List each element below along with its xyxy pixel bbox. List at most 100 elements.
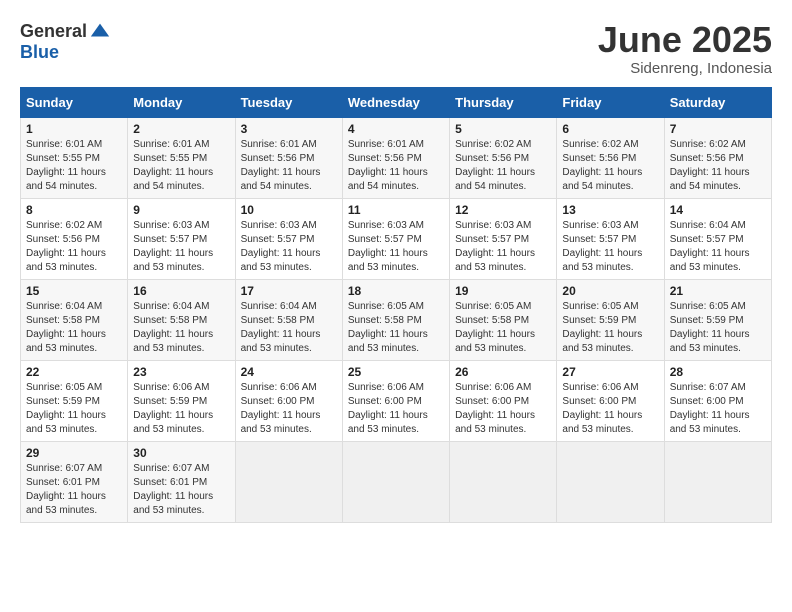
calendar-cell: 30Sunrise: 6:07 AMSunset: 6:01 PMDayligh… [128, 441, 235, 522]
day-info: Sunrise: 6:04 AMSunset: 5:58 PMDaylight:… [241, 300, 337, 356]
day-info: Sunrise: 6:03 AMSunset: 5:57 PMDaylight:… [133, 219, 229, 275]
day-number: 20 [562, 284, 658, 298]
calendar-cell: 21Sunrise: 6:05 AMSunset: 5:59 PMDayligh… [664, 279, 771, 360]
calendar-cell: 26 Sunrise: 6:06 AMSunset: 6:00 PMDayligh… [450, 360, 557, 441]
day-number: 3 [241, 122, 337, 136]
calendar-cell: 24 Sunrise: 6:06 AMSunset: 6:00 PMDayligh… [235, 360, 342, 441]
day-number: 16 [133, 284, 229, 298]
calendar-cell: 27 Sunrise: 6:06 AMSunset: 6:00 PMDayligh… [557, 360, 664, 441]
day-number: 22 [26, 365, 122, 379]
day-info: Sunrise: 6:05 AMSunset: 5:58 PMDaylight:… [348, 300, 444, 356]
day-of-week-header: Saturday [664, 87, 771, 117]
calendar-cell [450, 441, 557, 522]
day-number: 14 [670, 203, 766, 217]
day-number: 19 [455, 284, 551, 298]
day-info: Sunrise: 6:02 AMSunset: 5:56 PMDaylight:… [26, 219, 122, 275]
calendar-cell: 10 Sunrise: 6:03 AMSunset: 5:57 PMDayligh… [235, 198, 342, 279]
calendar-cell: 22 Sunrise: 6:05 AMSunset: 5:59 PMDayligh… [21, 360, 128, 441]
day-info: Sunrise: 6:05 AMSunset: 5:59 PMDaylight:… [562, 300, 658, 356]
day-info: Sunrise: 6:04 AMSunset: 5:57 PMDaylight:… [670, 219, 766, 275]
day-number: 17 [241, 284, 337, 298]
month-title: June 2025 [598, 20, 772, 60]
calendar-cell: 18 Sunrise: 6:05 AMSunset: 5:58 PMDayligh… [342, 279, 449, 360]
calendar-cell: 29 Sunrise: 6:07 AMSunset: 6:01 PMDayligh… [21, 441, 128, 522]
day-number: 6 [562, 122, 658, 136]
day-number: 21 [670, 284, 766, 298]
calendar-cell: 14 Sunrise: 6:04 AMSunset: 5:57 PMDayligh… [664, 198, 771, 279]
day-info: Sunrise: 6:07 AMSunset: 6:01 PMDaylight:… [26, 462, 122, 518]
day-info: Sunrise: 6:04 AMSunset: 5:58 PMDaylight:… [133, 300, 229, 356]
day-number: 27 [562, 365, 658, 379]
calendar-cell: 20 Sunrise: 6:05 AMSunset: 5:59 PMDayligh… [557, 279, 664, 360]
day-number: 24 [241, 365, 337, 379]
day-number: 10 [241, 203, 337, 217]
logo-blue-text: Blue [20, 42, 59, 63]
day-of-week-header: Thursday [450, 87, 557, 117]
calendar-week-row: 8 Sunrise: 6:02 AMSunset: 5:56 PMDaylight… [21, 198, 772, 279]
day-info: Sunrise: 6:02 AMSunset: 5:56 PMDaylight:… [455, 138, 551, 194]
logo: General Blue [20, 20, 111, 63]
day-info: Sunrise: 6:06 AMSunset: 6:00 PMDaylight:… [241, 381, 337, 437]
day-number: 23 [133, 365, 229, 379]
calendar-header-row: SundayMondayTuesdayWednesdayThursdayFrid… [21, 87, 772, 117]
day-info: Sunrise: 6:05 AMSunset: 5:58 PMDaylight:… [455, 300, 551, 356]
day-number: 25 [348, 365, 444, 379]
calendar-cell: 2Sunrise: 6:01 AMSunset: 5:55 PMDaylight… [128, 117, 235, 198]
calendar-cell: 28Sunrise: 6:07 AMSunset: 6:00 PMDayligh… [664, 360, 771, 441]
day-number: 8 [26, 203, 122, 217]
day-info: Sunrise: 6:02 AMSunset: 5:56 PMDaylight:… [670, 138, 766, 194]
calendar-cell: 7 Sunrise: 6:02 AMSunset: 5:56 PMDaylight… [664, 117, 771, 198]
calendar-cell [557, 441, 664, 522]
day-number: 28 [670, 365, 766, 379]
logo-icon [89, 20, 111, 42]
day-info: Sunrise: 6:04 AMSunset: 5:58 PMDaylight:… [26, 300, 122, 356]
calendar-cell: 12Sunrise: 6:03 AMSunset: 5:57 PMDayligh… [450, 198, 557, 279]
calendar-cell: 19 Sunrise: 6:05 AMSunset: 5:58 PMDayligh… [450, 279, 557, 360]
day-info: Sunrise: 6:02 AMSunset: 5:56 PMDaylight:… [562, 138, 658, 194]
day-info: Sunrise: 6:05 AMSunset: 5:59 PMDaylight:… [26, 381, 122, 437]
day-number: 7 [670, 122, 766, 136]
day-info: Sunrise: 6:01 AMSunset: 5:55 PMDaylight:… [133, 138, 229, 194]
day-info: Sunrise: 6:03 AMSunset: 5:57 PMDaylight:… [241, 219, 337, 275]
day-info: Sunrise: 6:03 AMSunset: 5:57 PMDaylight:… [455, 219, 551, 275]
calendar-cell: 15 Sunrise: 6:04 AMSunset: 5:58 PMDayligh… [21, 279, 128, 360]
calendar-cell: 5 Sunrise: 6:02 AMSunset: 5:56 PMDaylight… [450, 117, 557, 198]
calendar-week-row: 15 Sunrise: 6:04 AMSunset: 5:58 PMDayligh… [21, 279, 772, 360]
day-of-week-header: Friday [557, 87, 664, 117]
calendar-cell: 4Sunrise: 6:01 AMSunset: 5:56 PMDaylight… [342, 117, 449, 198]
day-of-week-header: Tuesday [235, 87, 342, 117]
calendar-cell: 13Sunrise: 6:03 AMSunset: 5:57 PMDayligh… [557, 198, 664, 279]
title-block: June 2025 Sidenreng, Indonesia [598, 20, 772, 77]
calendar-cell: 16 Sunrise: 6:04 AMSunset: 5:58 PMDayligh… [128, 279, 235, 360]
day-info: Sunrise: 6:01 AMSunset: 5:56 PMDaylight:… [241, 138, 337, 194]
day-number: 15 [26, 284, 122, 298]
day-info: Sunrise: 6:06 AMSunset: 6:00 PMDaylight:… [455, 381, 551, 437]
calendar-cell: 8 Sunrise: 6:02 AMSunset: 5:56 PMDaylight… [21, 198, 128, 279]
calendar-cell [664, 441, 771, 522]
day-info: Sunrise: 6:06 AMSunset: 6:00 PMDaylight:… [562, 381, 658, 437]
day-of-week-header: Sunday [21, 87, 128, 117]
location-text: Sidenreng, Indonesia [598, 60, 772, 77]
day-info: Sunrise: 6:06 AMSunset: 6:00 PMDaylight:… [348, 381, 444, 437]
day-number: 1 [26, 122, 122, 136]
calendar-cell: 25 Sunrise: 6:06 AMSunset: 6:00 PMDayligh… [342, 360, 449, 441]
day-of-week-header: Wednesday [342, 87, 449, 117]
day-number: 5 [455, 122, 551, 136]
day-number: 4 [348, 122, 444, 136]
day-number: 11 [348, 203, 444, 217]
calendar-cell: 3 Sunrise: 6:01 AMSunset: 5:56 PMDaylight… [235, 117, 342, 198]
page-header: General Blue June 2025 Sidenreng, Indone… [20, 20, 772, 77]
day-number: 9 [133, 203, 229, 217]
day-info: Sunrise: 6:01 AMSunset: 5:55 PMDaylight:… [26, 138, 122, 194]
day-info: Sunrise: 6:06 AMSunset: 5:59 PMDaylight:… [133, 381, 229, 437]
day-number: 29 [26, 446, 122, 460]
day-number: 18 [348, 284, 444, 298]
calendar-week-row: 29 Sunrise: 6:07 AMSunset: 6:01 PMDayligh… [21, 441, 772, 522]
day-info: Sunrise: 6:03 AMSunset: 5:57 PMDaylight:… [562, 219, 658, 275]
calendar-week-row: 1 Sunrise: 6:01 AMSunset: 5:55 PMDaylight… [21, 117, 772, 198]
calendar-table: SundayMondayTuesdayWednesdayThursdayFrid… [20, 87, 772, 523]
day-number: 26 [455, 365, 551, 379]
calendar-week-row: 22 Sunrise: 6:05 AMSunset: 5:59 PMDayligh… [21, 360, 772, 441]
logo-general-text: General [20, 21, 87, 42]
calendar-cell: 6 Sunrise: 6:02 AMSunset: 5:56 PMDaylight… [557, 117, 664, 198]
